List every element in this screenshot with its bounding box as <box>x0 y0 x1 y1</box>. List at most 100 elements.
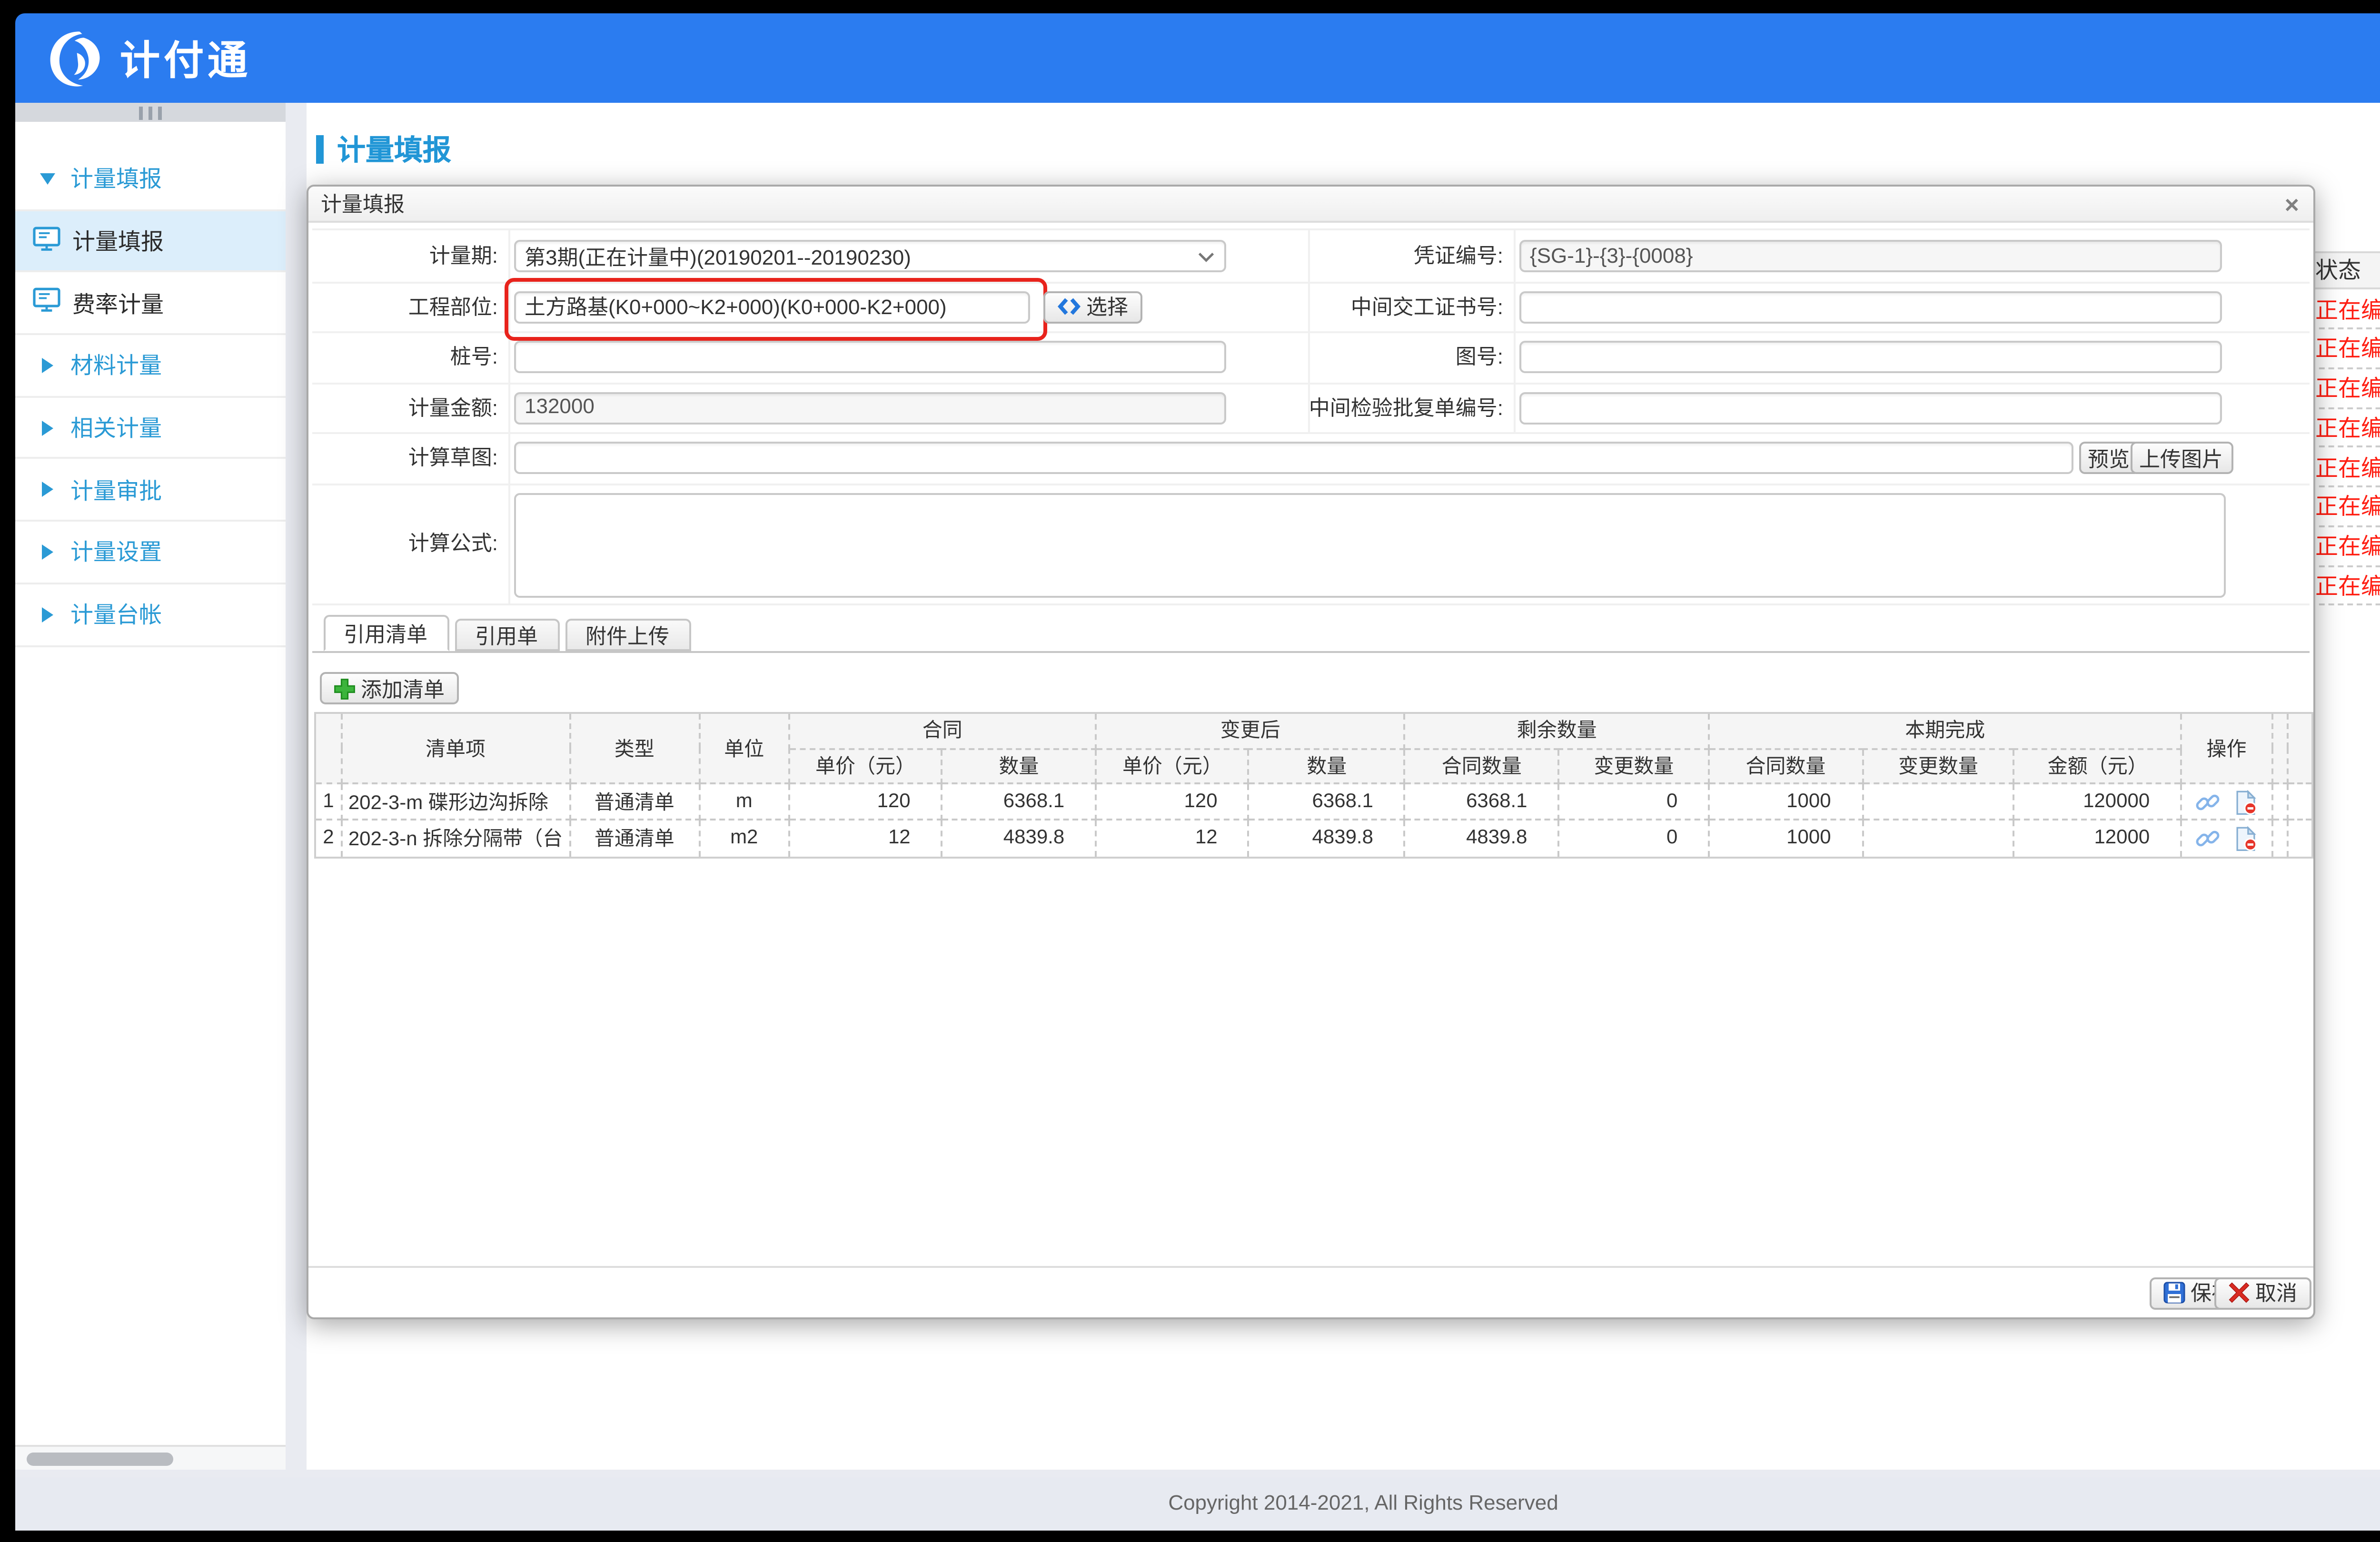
record-row: 正在编辑 <box>2310 527 2380 566</box>
record-row: 正在编辑 <box>2310 329 2380 369</box>
top-bar: 计付通 通知 管理员 <box>15 13 2380 103</box>
attachment-icon[interactable] <box>2195 826 2220 851</box>
chevron-right-icon <box>42 420 53 435</box>
remove-item-icon[interactable] <box>2233 826 2258 851</box>
record-status: 正在编辑 <box>2315 369 2380 406</box>
sidebar-item-feilv-jiliang[interactable]: 费率计量 <box>15 273 286 336</box>
inspection-no-label: 中间检验批复单编号: <box>1273 382 1513 432</box>
chevron-down-icon <box>1197 250 1214 262</box>
measure-period-select[interactable]: 第3期(正在计量中)(20190201--20190230) <box>513 240 1225 272</box>
dialog-title-bar: 计量填报 × <box>307 187 2312 223</box>
col-unit: 单位 <box>699 713 789 783</box>
title-accent-bar <box>316 135 324 164</box>
quoted-list-table: 清单项 类型 单位 合同 变更后 剩余数量 本期完成 操作 单价（元） 数量 单… <box>314 712 2312 858</box>
measure-amount-field[interactable]: 132000 <box>513 391 1225 424</box>
select-part-button[interactable]: 选择 <box>1042 290 1141 323</box>
record-row: 正在编辑 <box>2310 487 2380 527</box>
close-icon[interactable]: × <box>2285 191 2299 216</box>
table-row: 1 202-3-m 碟形边沟拆除 普通清单 m 120 6368.1 120 6… <box>315 783 2311 820</box>
inspection-no-field[interactable] <box>1518 391 2221 424</box>
page-title: 计量填报 <box>316 129 451 169</box>
sidebar-item-jiliang-tianbao-group[interactable]: 计量填报 <box>15 148 286 211</box>
upload-image-button[interactable]: 上传图片 <box>2130 442 2232 474</box>
row-actions <box>2181 783 2272 820</box>
project-part-label: 工程部位: <box>311 281 507 331</box>
page-footer: Copyright 2014-2021, All Rights Reserved <box>15 1477 2380 1531</box>
record-status: 正在编辑 <box>2315 487 2380 525</box>
sidebar-item-cailiao-jiliang[interactable]: 材料计量 <box>15 335 286 397</box>
voucher-no-label: 凭证编号: <box>1307 230 1513 281</box>
dialog-footer-divider <box>307 1266 2312 1268</box>
tab-attachment-upload[interactable]: 附件上传 <box>565 619 690 651</box>
record-status: 正在编辑 <box>2315 527 2380 564</box>
record-status: 正在编辑 <box>2315 329 2380 367</box>
double-chevron-icon <box>1056 297 1081 316</box>
tabs-divider <box>311 650 2309 652</box>
record-status: 正在编辑 <box>2315 290 2380 327</box>
project-part-field[interactable]: 土方路基(K0+000~K2+000)(K0+000-K2+000) <box>513 290 1029 323</box>
chevron-right-icon <box>42 358 53 373</box>
sidebar-item-xiangguan-jiliang[interactable]: 相关计量 <box>15 397 286 460</box>
sidebar-horizontal-scrollbar[interactable] <box>15 1445 286 1470</box>
interim-cert-field[interactable] <box>1518 290 2221 323</box>
monitor-icon <box>32 226 61 256</box>
tab-quoted-list[interactable]: 引用清单 <box>323 615 448 651</box>
formula-textarea[interactable] <box>513 492 2225 597</box>
status-column-header: 状态 <box>2315 252 2361 288</box>
col-index <box>315 713 342 783</box>
chevron-right-icon <box>42 482 53 497</box>
chevron-down-icon <box>40 173 55 184</box>
drawing-no-field[interactable] <box>1518 341 2221 373</box>
group-current-period: 本期完成 <box>1709 713 2181 748</box>
pile-no-label: 桩号: <box>311 331 507 382</box>
plus-icon <box>332 677 355 700</box>
records-table-header: 状态 操作 <box>2310 250 2380 290</box>
scrollbar-thumb[interactable] <box>27 1452 173 1465</box>
add-list-item-button[interactable]: 添加清单 <box>319 672 458 704</box>
attachment-icon[interactable] <box>2195 790 2220 814</box>
interim-cert-label: 中间交工证书号: <box>1307 281 1513 331</box>
formula-label: 计算公式: <box>311 483 507 603</box>
copyright-text: Copyright 2014-2021, All Rights Reserved <box>1168 1493 1558 1515</box>
table-row: 2 202-3-n 拆除分隔带（台 普通清单 m2 12 4839.8 12 4… <box>315 820 2311 857</box>
preview-button[interactable]: 预览 <box>2078 442 2139 474</box>
monitor-icon <box>32 288 61 318</box>
measure-period-label: 计量期: <box>311 230 507 281</box>
col-item: 清单项 <box>342 713 569 783</box>
record-status: 正在编辑 <box>2315 408 2380 446</box>
measure-entry-dialog: 计量填报 × 计量期: 第3期(正在计量中)(20190201--2019023… <box>306 185 2314 1318</box>
sidebar: 计量填报 计量填报 费率计量 材料计量 相关计量 <box>15 103 286 1470</box>
records-table: 状态 操作 正在编辑 <box>2310 250 2380 606</box>
voucher-no-field[interactable]: {SG-1}-{3}-{0008} <box>1518 240 2221 272</box>
record-status: 正在编辑 <box>2315 566 2380 604</box>
sidebar-item-jiliang-shenpi[interactable]: 计量审批 <box>15 460 286 522</box>
record-row: 正在编辑 <box>2310 566 2380 606</box>
dialog-tabs: 引用清单 引用单 附件上传 <box>323 616 690 651</box>
col-stub <box>2272 713 2287 783</box>
sidebar-item-jiliang-tianbao[interactable]: 计量填报 <box>15 211 286 273</box>
group-remaining: 剩余数量 <box>1405 713 1709 748</box>
sidebar-item-jiliang-taizhang[interactable]: 计量台帐 <box>15 584 286 646</box>
pile-no-field[interactable] <box>513 341 1225 373</box>
save-icon <box>2162 1281 2185 1304</box>
sidebar-grip[interactable] <box>15 103 286 122</box>
row-actions <box>2181 820 2272 857</box>
sketch-field[interactable] <box>513 442 2073 474</box>
cancel-icon <box>2227 1281 2250 1304</box>
tab-quoted-form[interactable]: 引用单 <box>454 619 559 651</box>
brand-name: 计付通 <box>120 30 251 87</box>
sidebar-item-jiliang-shezhi[interactable]: 计量设置 <box>15 522 286 584</box>
dialog-form: 计量期: 第3期(正在计量中)(20190201--20190230) 凭证编号… <box>311 228 2309 605</box>
drawing-no-label: 图号: <box>1307 331 1513 382</box>
record-status: 正在编辑 <box>2315 448 2380 485</box>
remove-item-icon[interactable] <box>2233 790 2258 814</box>
col-type: 类型 <box>569 713 699 783</box>
chevron-right-icon <box>42 607 53 622</box>
cancel-button[interactable]: 取消 <box>2213 1276 2311 1309</box>
col-action: 操作 <box>2181 713 2272 783</box>
measure-amount-label: 计量金额: <box>311 382 507 432</box>
sidebar-menu: 计量填报 计量填报 费率计量 材料计量 相关计量 <box>15 148 286 646</box>
record-row: 正在编辑 <box>2310 448 2380 487</box>
brand: 计付通 <box>15 28 251 89</box>
record-row: 正在编辑 <box>2310 408 2380 448</box>
